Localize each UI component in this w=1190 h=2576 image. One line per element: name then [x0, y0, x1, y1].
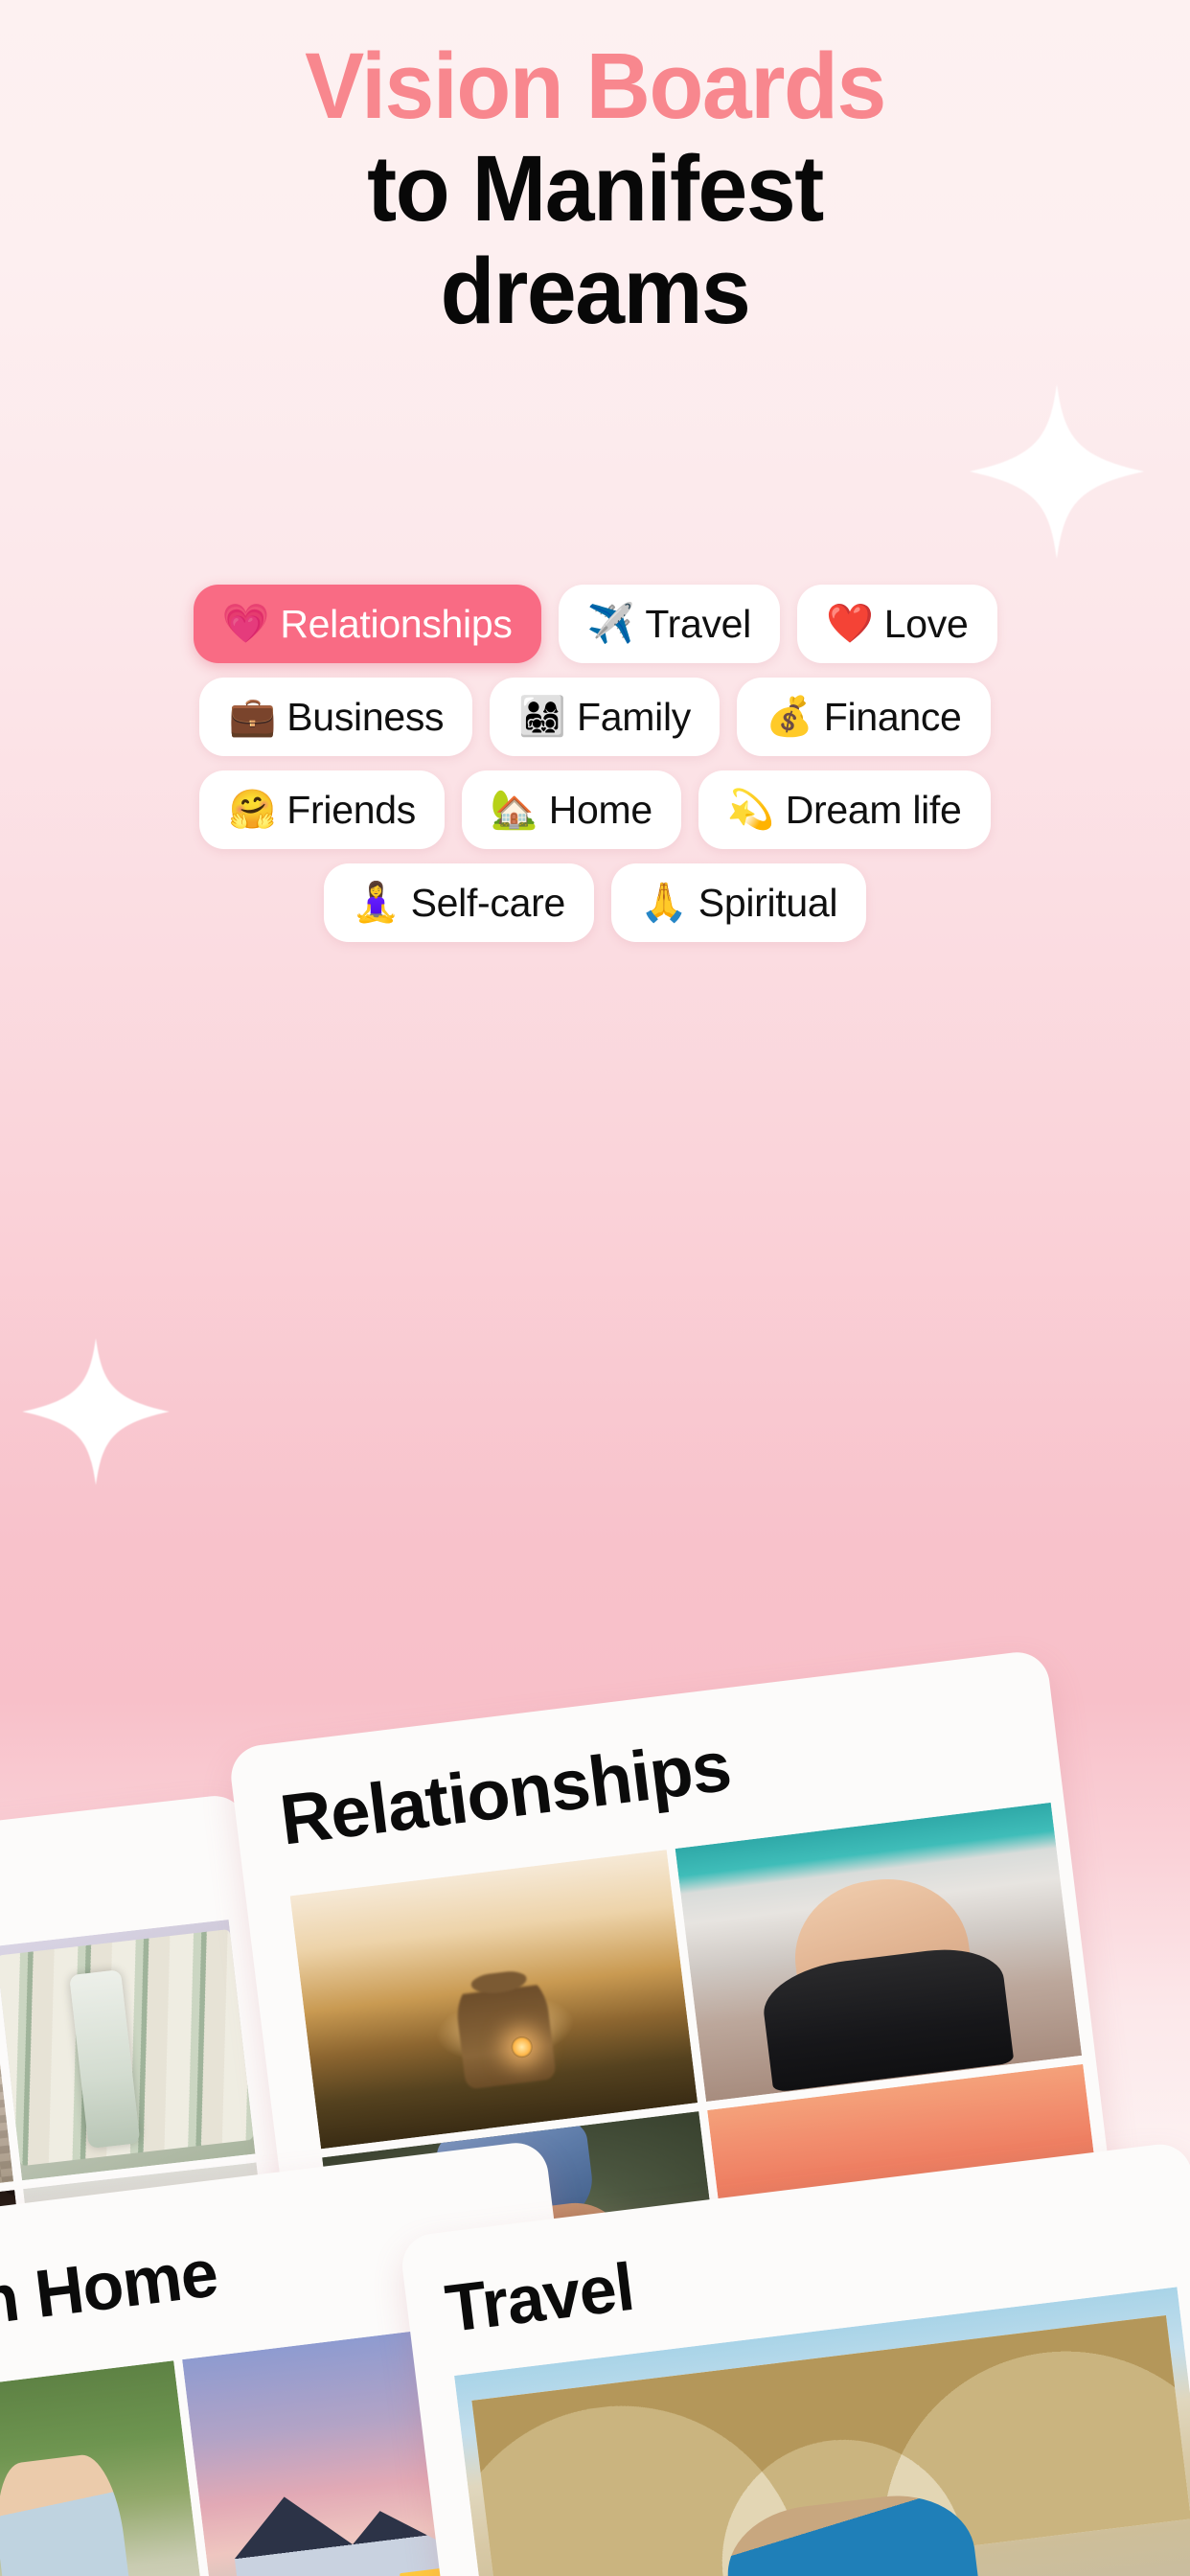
category-chip-family[interactable]: 👨‍👩‍👧‍👦 Family: [490, 678, 720, 756]
category-chip-label: Home: [548, 787, 652, 832]
category-chip-self-care[interactable]: 🧘‍♀️ Self-care: [323, 863, 594, 942]
category-chip-love[interactable]: ❤️ Love: [796, 585, 997, 663]
airplane-icon: ✈️: [586, 603, 635, 645]
category-chip-home[interactable]: 🏡 Home: [461, 770, 681, 849]
category-chip-row: 🤗 Friends 🏡 Home 💫 Dream life: [20, 770, 1170, 849]
board-title-dream-home: Dream Home: [0, 2235, 221, 2359]
category-chip-label: Love: [883, 601, 969, 646]
category-chip-row: 🧘‍♀️ Self-care 🙏 Spiritual: [20, 863, 1170, 942]
board-photo-cell[interactable]: [0, 1920, 256, 2180]
folded-hands-icon: 🙏: [639, 882, 688, 924]
category-chip-friends[interactable]: 🤗 Friends: [199, 770, 445, 849]
category-chip-row: 💼 Business 👨‍👩‍👧‍👦 Family 💰 Finance: [20, 678, 1170, 756]
page-title-line-3: dreams: [440, 239, 751, 343]
family-icon: 👨‍👩‍👧‍👦: [518, 696, 567, 738]
category-chip-finance[interactable]: 💰 Finance: [736, 678, 991, 756]
category-chip-row: 💗 Relationships ✈️ Travel ❤️ Love: [20, 585, 1170, 663]
page-header: Vision Boards to Manifest dreams: [0, 0, 1190, 342]
category-chip-relationships[interactable]: 💗 Relationships: [193, 585, 541, 663]
board-photo-cell[interactable]: [289, 1850, 698, 2149]
vision-board-cards: Relationships Dream Home Travel: [0, 1208, 1190, 2576]
dizzy-star-icon: 💫: [726, 789, 775, 831]
category-chip-label: Business: [286, 694, 445, 739]
category-chip-label: Friends: [286, 787, 416, 832]
category-chip-label: Dream life: [785, 787, 962, 832]
money-bag-icon: 💰: [765, 696, 813, 738]
hugging-face-icon: 🤗: [228, 789, 277, 831]
category-chip-list: 💗 Relationships ✈️ Travel ❤️ Love 💼 Business 👨‍👩…: [0, 585, 1190, 942]
category-chip-dream-life[interactable]: 💫 Dream life: [698, 770, 991, 849]
category-chip-label: Self-care: [410, 880, 566, 925]
woman-meditating-icon: 🧘‍♀️: [352, 882, 400, 924]
board-title-travel: Travel: [441, 2248, 638, 2347]
category-chip-business[interactable]: 💼 Business: [199, 678, 473, 756]
board-title-relationships: Relationships: [275, 1725, 735, 1860]
category-chip-spiritual[interactable]: 🙏 Spiritual: [610, 863, 867, 942]
category-chip-travel[interactable]: ✈️ Travel: [558, 585, 780, 663]
briefcase-icon: 💼: [228, 696, 277, 738]
page-title-line-1: Vision Boards: [305, 34, 886, 138]
growing-heart-icon: 💗: [221, 603, 270, 645]
house-with-garden-icon: 🏡: [490, 789, 538, 831]
page-title-line-2: to Manifest: [367, 136, 824, 241]
category-chip-label: Travel: [645, 601, 751, 646]
category-chip-label: Spiritual: [698, 880, 838, 925]
category-chip-label: Family: [577, 694, 691, 739]
category-chip-label: Relationships: [280, 601, 513, 646]
board-photo-cell[interactable]: [675, 1802, 1083, 2102]
category-chip-label: Finance: [823, 694, 962, 739]
red-heart-icon: ❤️: [825, 603, 874, 645]
